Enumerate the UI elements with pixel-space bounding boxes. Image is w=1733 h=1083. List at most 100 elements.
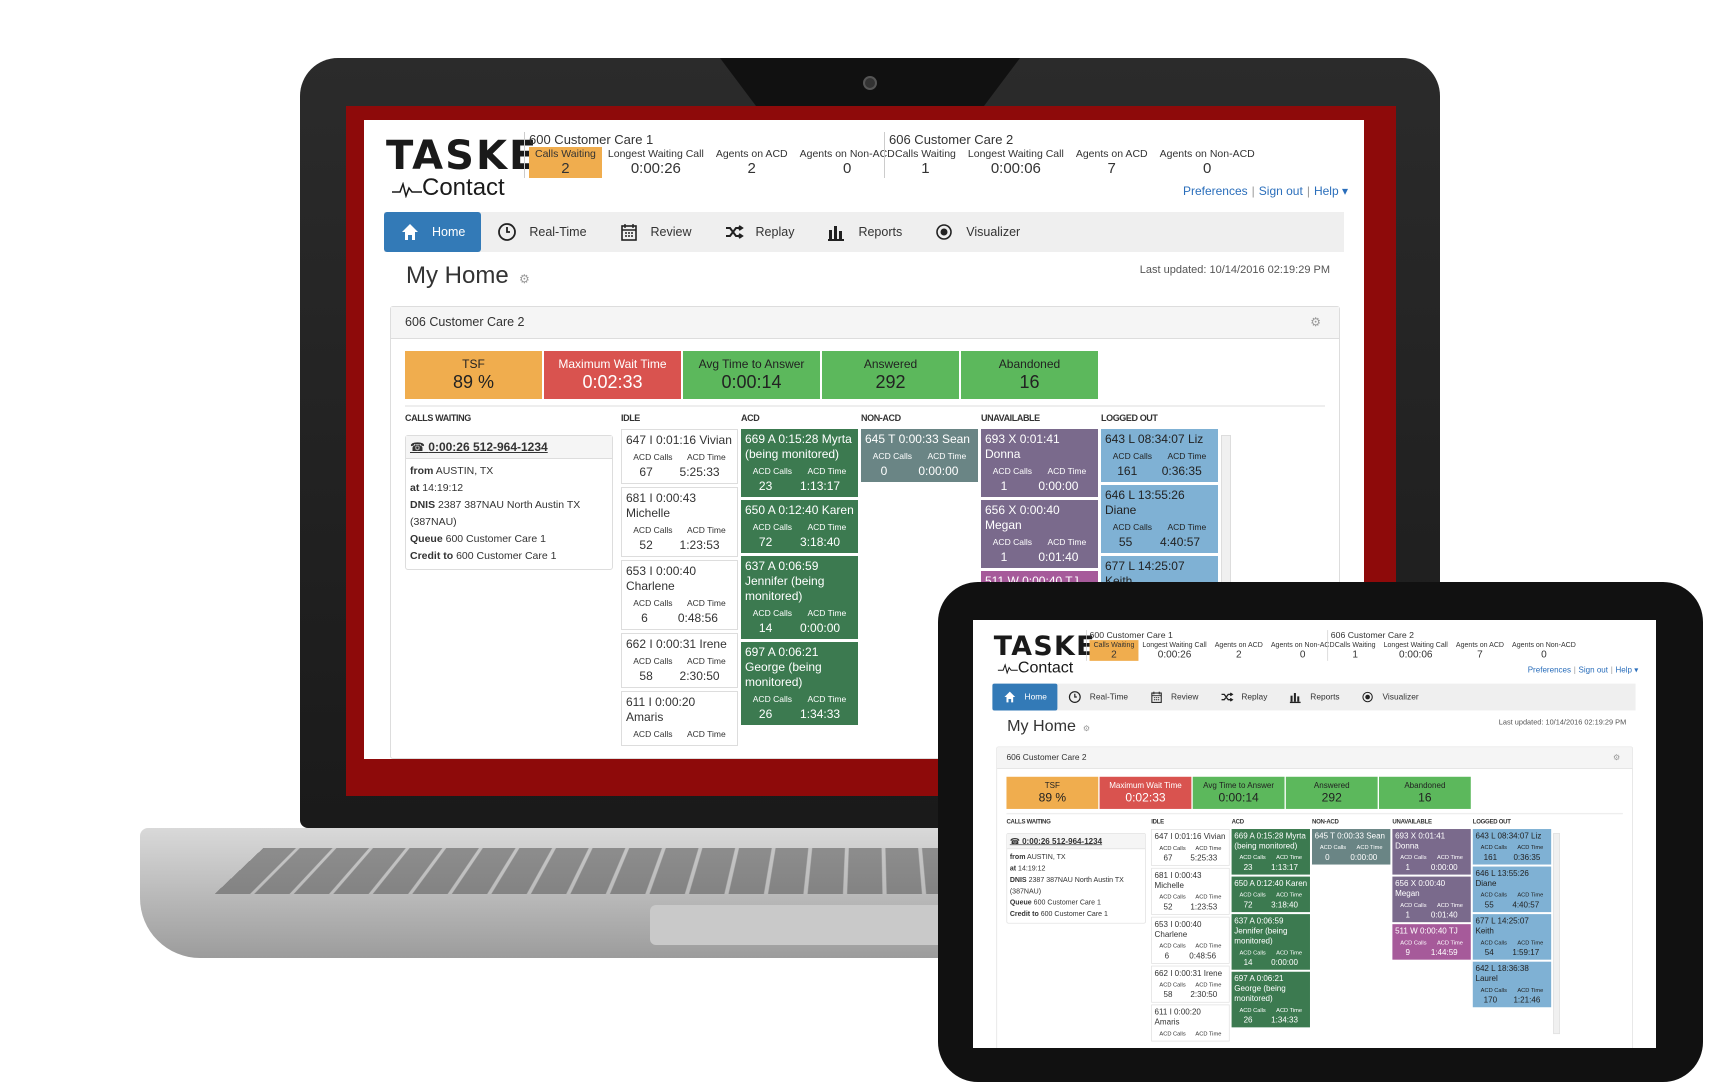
agent-tile[interactable]: 646 L 13:55:26 Diane ACD Calls ACD Time 55 4… xyxy=(1472,866,1552,913)
logo-contact-text: Contact xyxy=(1017,658,1074,677)
agent-title: 611 I 0:00:20 Amaris xyxy=(626,695,696,724)
agent-tile[interactable]: 656 X 0:00:40 Megan ACD Calls ACD Time 1 0:0… xyxy=(1392,876,1471,923)
signout-link[interactable]: Sign out xyxy=(1259,184,1303,198)
board-scrollbar[interactable] xyxy=(1553,833,1560,1035)
nav-home[interactable]: Home xyxy=(384,212,482,252)
value: 14:19:12 xyxy=(1018,864,1046,873)
agent-tile[interactable]: 645 T 0:00:33 Sean ACD Calls ACD Time 0 0:00… xyxy=(1311,829,1391,865)
gear-icon[interactable]: ⚙ xyxy=(1310,315,1321,329)
agent-tile[interactable]: 643 L 08:34:07 Liz ACD Calls ACD Time 161 0:… xyxy=(1101,429,1218,482)
acd-calls-label: ACD Calls xyxy=(752,466,792,476)
nav-review[interactable]: Review xyxy=(603,212,708,252)
agent-tile[interactable]: 662 I 0:00:31 Irene ACD Calls ACD Time 58 2:… xyxy=(621,633,738,688)
agent-title: 656 X 0:00:40 Megan xyxy=(985,503,1060,532)
acd-time-label: ACD Time xyxy=(1356,843,1383,851)
acd-time-label: ACD Time xyxy=(1047,537,1087,547)
acd-time-label: ACD Time xyxy=(1517,986,1544,994)
gear-icon[interactable]: ⚙ xyxy=(1613,753,1620,762)
preferences-link[interactable]: Preferences xyxy=(1528,665,1571,674)
agent-tile[interactable]: 645 T 0:00:33 Sean ACD Calls ACD Time 0 0:00… xyxy=(861,429,978,482)
nav-real-time[interactable]: Real-Time xyxy=(1058,684,1139,711)
nav-home[interactable]: Home xyxy=(992,683,1058,711)
preferences-link[interactable]: Preferences xyxy=(1183,184,1248,198)
stat-value: 0 xyxy=(1203,160,1212,177)
nav-review[interactable]: Review xyxy=(1139,684,1209,711)
agent-title: 643 L 08:34:07 Liz xyxy=(1105,432,1204,446)
acd-calls-label: ACD Calls xyxy=(1159,942,1186,949)
agent-title: 677 L 14:25:07 Keith xyxy=(1475,916,1529,936)
agent-tile[interactable]: 697 A 0:06:21 George (being monitored) AC… xyxy=(741,642,858,725)
acd-calls-value: 67 xyxy=(1163,853,1173,863)
agent-tile[interactable]: 642 L 18:36:38 Laurel ACD Calls ACD Time 17… xyxy=(1472,961,1552,1008)
queue-title: 606 Customer Care 2 xyxy=(889,132,1014,147)
acd-calls-value: 52 xyxy=(1163,902,1173,912)
agent-title: 681 I 0:00:43 Michelle xyxy=(1154,870,1202,890)
nav-label: Visualizer xyxy=(1382,692,1419,702)
acd-time-value: 2:30:50 xyxy=(679,669,720,683)
nav-visualizer[interactable]: Visualizer xyxy=(918,212,1036,252)
acd-calls-value: 1 xyxy=(1000,550,1008,564)
nav-visualizer[interactable]: Visualizer xyxy=(1350,684,1429,711)
agent-tile[interactable]: 693 X 0:01:41 Donna ACD Calls ACD Time 1 0:0… xyxy=(1392,829,1471,875)
nav-label: Visualizer xyxy=(966,225,1021,239)
kpi-label: TSF xyxy=(1044,780,1060,791)
nav-reports[interactable]: Reports xyxy=(1278,684,1350,711)
agent-tile[interactable]: 653 I 0:00:40 Charlene ACD Calls ACD Time 6… xyxy=(621,560,738,630)
acd-calls-value: 1 xyxy=(1000,479,1008,493)
stat-value: 0:00:06 xyxy=(1398,648,1433,661)
value: 600 Customer Care 1 xyxy=(1033,898,1101,907)
agent-tile[interactable]: 681 I 0:00:43 Michelle ACD Calls ACD Time 5… xyxy=(621,487,738,557)
agent-title: 681 I 0:00:43 Michelle xyxy=(626,491,697,520)
acd-calls-value: 26 xyxy=(758,707,773,721)
acd-calls-value: 55 xyxy=(1484,900,1494,910)
acd-time-value: 0:01:40 xyxy=(1430,910,1458,920)
agent-tile[interactable]: 693 X 0:01:41 Donna ACD Calls ACD Time 1 0:0… xyxy=(981,429,1098,497)
acd-calls-label: ACD Calls xyxy=(752,694,792,704)
agent-tile[interactable]: 653 I 0:00:40 Charlene ACD Calls ACD Time 6… xyxy=(1151,916,1230,964)
agent-tile[interactable]: 650 A 0:12:40 Karen ACD Calls ACD Time 72 3:… xyxy=(1231,876,1310,913)
waiting-call-card[interactable]: ☎ 0:00:26 512-964-1234 from AUSTIN, TX a… xyxy=(405,435,613,570)
agent-tile[interactable]: 662 I 0:00:31 Irene ACD Calls ACD Time 58 2:… xyxy=(1151,965,1230,1003)
acd-calls-value: 0 xyxy=(880,464,888,478)
agent-tile[interactable]: 646 L 13:55:26 Diane ACD Calls ACD Time 55 4… xyxy=(1101,485,1218,553)
acd-calls-label: ACD Calls xyxy=(1400,853,1427,861)
agent-tile[interactable]: 697 A 0:06:21 George (being monitored) AC… xyxy=(1231,971,1310,1028)
acd-calls-value: 9 xyxy=(1405,947,1410,957)
call-from: from AUSTIN, TX xyxy=(1010,852,1143,863)
call-link[interactable]: ☎ 0:00:26 512-964-1234 xyxy=(1007,833,1146,850)
call-link[interactable]: ☎ 0:00:26 512-964-1234 xyxy=(406,436,612,459)
acd-time-value: 0:36:35 xyxy=(1161,464,1202,478)
waiting-call-card[interactable]: ☎ 0:00:26 512-964-1234 from AUSTIN, TX a… xyxy=(1006,833,1146,924)
gear-icon[interactable]: ⚙ xyxy=(519,272,530,286)
acd-time-label: ACD Time xyxy=(1517,938,1544,946)
agent-tile[interactable]: 669 A 0:15:28 Myrta (being monitored) ACD… xyxy=(1231,829,1310,875)
nav-real-time[interactable]: Real-Time xyxy=(481,212,602,252)
nav-replay[interactable]: Replay xyxy=(708,212,811,252)
acd-calls-value: 55 xyxy=(1118,535,1133,549)
stat-label: Agents on ACD xyxy=(1075,148,1148,160)
logo-contact-text: Contact xyxy=(422,174,505,201)
agent-tile[interactable]: 643 L 08:34:07 Liz ACD Calls ACD Time 161 0:… xyxy=(1472,829,1552,865)
gear-icon[interactable]: ⚙ xyxy=(1083,724,1090,733)
taske-app: TASKE Contact 600 Customer Care 1 Calls … xyxy=(979,622,1649,1048)
agent-tile[interactable]: 647 I 0:01:16 Vivian ACD Calls ACD Time 67 5… xyxy=(1151,829,1230,866)
nav-replay[interactable]: Replay xyxy=(1209,684,1278,711)
pulse-icon xyxy=(997,663,1018,675)
nav-reports[interactable]: Reports xyxy=(810,212,918,252)
agent-tile[interactable]: 611 I 0:00:20 Amaris ACD Calls ACD Time xyxy=(1151,1004,1230,1042)
agent-tile[interactable]: 637 A 0:06:59 Jennifer (being monitored)… xyxy=(1231,914,1310,970)
agent-tile[interactable]: 677 L 14:25:07 Keith ACD Calls ACD Time 54 1… xyxy=(1472,914,1552,960)
agent-tile[interactable]: 611 I 0:00:20 Amaris ACD Calls ACD Time xyxy=(621,691,738,746)
agent-title: 650 A 0:12:40 Karen xyxy=(1234,878,1308,888)
help-menu[interactable]: Help ▾ xyxy=(1615,665,1638,674)
agent-tile[interactable]: 511 W 0:00:40 TJ ACD Calls ACD Time 9 1:44:5… xyxy=(1392,924,1471,960)
help-menu[interactable]: Help ▾ xyxy=(1314,184,1348,198)
agent-tile[interactable]: 656 X 0:00:40 Megan ACD Calls ACD Time 1 0:0… xyxy=(981,500,1098,568)
agent-tile[interactable]: 637 A 0:06:59 Jennifer (being monitored)… xyxy=(741,556,858,639)
signout-link[interactable]: Sign out xyxy=(1579,665,1609,674)
agent-tile[interactable]: 647 I 0:01:16 Vivian ACD Calls ACD Time 67 5… xyxy=(621,429,738,484)
agent-tile[interactable]: 650 A 0:12:40 Karen ACD Calls ACD Time 72 3:… xyxy=(741,500,858,553)
kpi-value: 0:00:14 xyxy=(721,372,782,392)
agent-tile[interactable]: 669 A 0:15:28 Myrta (being monitored) ACD… xyxy=(741,429,858,497)
agent-tile[interactable]: 681 I 0:00:43 Michelle ACD Calls ACD Time 5… xyxy=(1151,867,1230,915)
